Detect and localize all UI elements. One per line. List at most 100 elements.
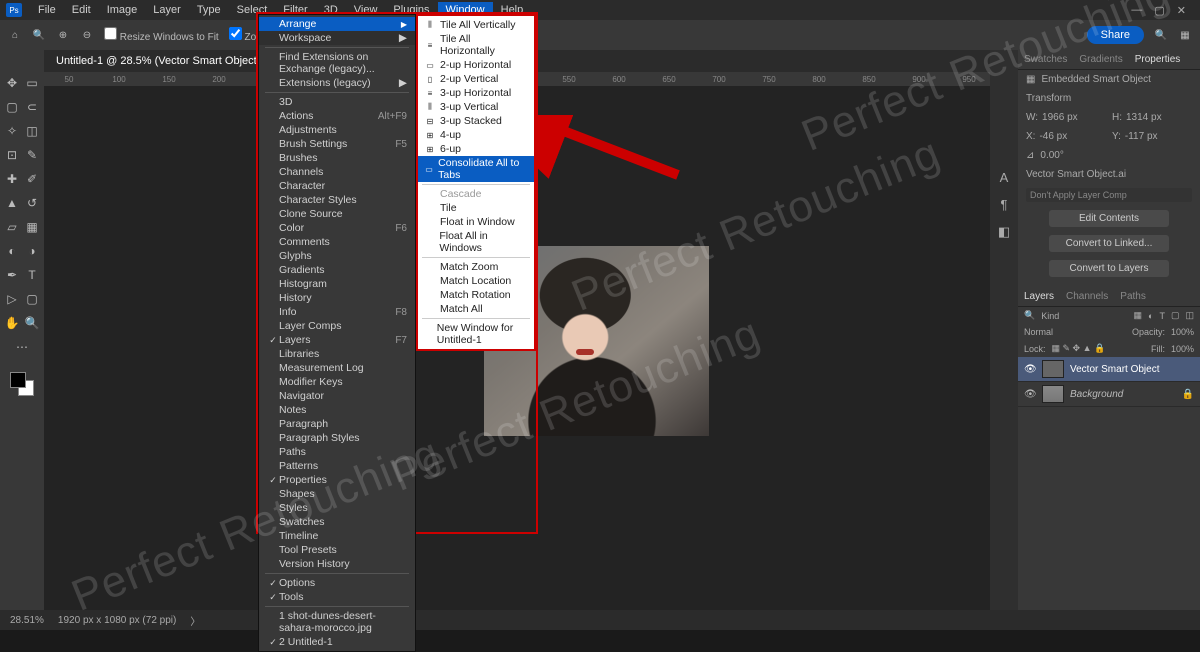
menu-item[interactable]: Paragraph	[259, 417, 415, 431]
menu-item[interactable]: Float in Window	[418, 215, 534, 229]
eyedropper-tool[interactable]: ✎	[23, 146, 41, 164]
menu-item[interactable]: Tool Presets	[259, 543, 415, 557]
frame-tool[interactable]: ⊡	[3, 146, 21, 164]
minimize-button[interactable]: —	[1131, 4, 1142, 17]
marquee-tool[interactable]: ▢	[3, 98, 21, 116]
maximize-button[interactable]: ▢	[1154, 4, 1164, 17]
menu-item[interactable]: ✓Properties	[259, 473, 415, 487]
swatches-panel-icon[interactable]: ◧	[998, 224, 1010, 240]
stamp-tool[interactable]: ▲	[3, 194, 21, 212]
menu-item[interactable]: Float All in Windows	[418, 229, 534, 255]
menu-item[interactable]: New Window for Untitled-1	[418, 321, 534, 347]
resize-windows-checkbox[interactable]: Resize Windows to Fit	[104, 27, 219, 43]
menu-item[interactable]: Find Extensions on Exchange (legacy)...	[259, 50, 415, 76]
visibility-icon[interactable]: 👁	[1024, 389, 1036, 400]
height-field[interactable]: 1314 px	[1126, 112, 1162, 123]
tab-gradients[interactable]: Gradients	[1073, 51, 1128, 68]
layer-row[interactable]: 👁Background🔒	[1018, 382, 1200, 407]
zoom-out-icon[interactable]: ⊖	[80, 28, 94, 42]
pen-tool[interactable]: ✒	[3, 266, 21, 284]
crop-tool[interactable]: ◫	[23, 122, 41, 140]
zoom-tool[interactable]: 🔍	[23, 314, 41, 332]
menu-item[interactable]: Shapes	[259, 487, 415, 501]
dodge-tool[interactable]: ◑	[23, 242, 41, 260]
menu-item[interactable]: Histogram	[259, 277, 415, 291]
hand-tool[interactable]: ✋	[3, 314, 21, 332]
menu-item[interactable]: Brushes	[259, 151, 415, 165]
wand-tool[interactable]: ✧	[3, 122, 21, 140]
history-brush-tool[interactable]: ↺	[23, 194, 41, 212]
menu-item[interactable]: Tile	[418, 201, 534, 215]
menu-item[interactable]: Adjustments	[259, 123, 415, 137]
convert-linked-button[interactable]: Convert to Linked...	[1049, 235, 1169, 252]
share-button[interactable]: Share	[1087, 26, 1144, 44]
menu-item[interactable]: Workspace▶	[259, 31, 415, 45]
close-button[interactable]: ✕	[1177, 4, 1186, 17]
y-field[interactable]: -117 px	[1125, 131, 1158, 142]
home-icon[interactable]: ⌂	[8, 28, 22, 42]
menu-item[interactable]: Patterns	[259, 459, 415, 473]
doc-info[interactable]: 1920 px x 1080 px (72 ppi)	[58, 615, 176, 626]
menu-item[interactable]: ⊟3-up Stacked	[418, 114, 534, 128]
color-swatch[interactable]	[10, 372, 34, 396]
menu-item[interactable]: 1 shot-dunes-desert-sahara-morocco.jpg	[259, 609, 415, 635]
blend-mode-select[interactable]: Normal	[1024, 327, 1053, 337]
menu-item[interactable]: Channels	[259, 165, 415, 179]
workspace-icon[interactable]: ▦	[1178, 28, 1192, 42]
blur-tool[interactable]: ◐	[3, 242, 21, 260]
menu-item[interactable]: ⫼Tile All Vertically	[418, 18, 534, 32]
menu-item[interactable]: ⊞4-up	[418, 128, 534, 142]
width-field[interactable]: 1966 px	[1042, 112, 1078, 123]
zoom-tool-icon[interactable]: 🔍	[32, 28, 46, 42]
lasso-tool[interactable]: ⊂	[23, 98, 41, 116]
edit-toolbar[interactable]: ⋯	[13, 338, 31, 356]
edit-contents-button[interactable]: Edit Contents	[1049, 210, 1169, 227]
eraser-tool[interactable]: ▱	[3, 218, 21, 236]
menu-item[interactable]: Measurement Log	[259, 361, 415, 375]
layer-row[interactable]: 👁Vector Smart Object	[1018, 357, 1200, 382]
menu-item[interactable]: History	[259, 291, 415, 305]
layer-comp-select[interactable]: Don't Apply Layer Comp	[1026, 188, 1192, 202]
menu-item[interactable]: ▭2-up Horizontal	[418, 58, 534, 72]
menu-item[interactable]: Comments	[259, 235, 415, 249]
menu-item[interactable]: ✓2 Untitled-1	[259, 635, 415, 649]
menu-image[interactable]: Image	[99, 2, 146, 18]
menu-item[interactable]: Gradients	[259, 263, 415, 277]
menu-item[interactable]: Modifier Keys	[259, 375, 415, 389]
menu-item[interactable]: Clone Source	[259, 207, 415, 221]
menu-item[interactable]: Character Styles	[259, 193, 415, 207]
convert-layers-button[interactable]: Convert to Layers	[1049, 260, 1169, 277]
tab-layers[interactable]: Layers	[1018, 288, 1060, 305]
menu-item[interactable]: ▭Consolidate All to Tabs	[418, 156, 534, 182]
menu-item[interactable]: ≡3-up Horizontal	[418, 86, 534, 100]
menu-item[interactable]: Match Zoom	[418, 260, 534, 274]
x-field[interactable]: -46 px	[1039, 131, 1067, 142]
menu-item[interactable]: Match All	[418, 302, 534, 316]
path-tool[interactable]: ▷	[3, 290, 21, 308]
artboard-tool[interactable]: ▭	[23, 74, 41, 92]
menu-item[interactable]: ≡Tile All Horizontally	[418, 32, 534, 58]
type-tool[interactable]: T	[23, 266, 41, 284]
menu-item[interactable]: ActionsAlt+F9	[259, 109, 415, 123]
filter-shape-icon[interactable]: ▢	[1171, 310, 1180, 321]
menu-item[interactable]: 3D	[259, 95, 415, 109]
menu-item[interactable]: Match Location	[418, 274, 534, 288]
brush-tool[interactable]: ✐	[23, 170, 41, 188]
fill-field[interactable]: 100%	[1171, 344, 1194, 354]
filter-kind-icon[interactable]: 🔍	[1024, 310, 1035, 321]
menu-item[interactable]: Paths	[259, 445, 415, 459]
menu-item[interactable]: Libraries	[259, 347, 415, 361]
paragraph-panel-icon[interactable]: ¶	[1001, 197, 1008, 212]
menu-layer[interactable]: Layer	[145, 2, 189, 18]
tab-properties[interactable]: Properties	[1129, 51, 1187, 68]
angle-field[interactable]: 0.00°	[1040, 150, 1063, 161]
tab-paths[interactable]: Paths	[1114, 288, 1152, 305]
menu-item[interactable]: ▯2-up Vertical	[418, 72, 534, 86]
menu-item[interactable]: Layer Comps	[259, 319, 415, 333]
search-icon[interactable]: 🔍	[1154, 28, 1168, 42]
filter-adjust-icon[interactable]: ◐	[1148, 311, 1153, 321]
menu-item[interactable]: Extensions (legacy)▶	[259, 76, 415, 90]
menu-item[interactable]: ✓LayersF7	[259, 333, 415, 347]
menu-item[interactable]: ColorF6	[259, 221, 415, 235]
menu-item[interactable]: Brush SettingsF5	[259, 137, 415, 151]
